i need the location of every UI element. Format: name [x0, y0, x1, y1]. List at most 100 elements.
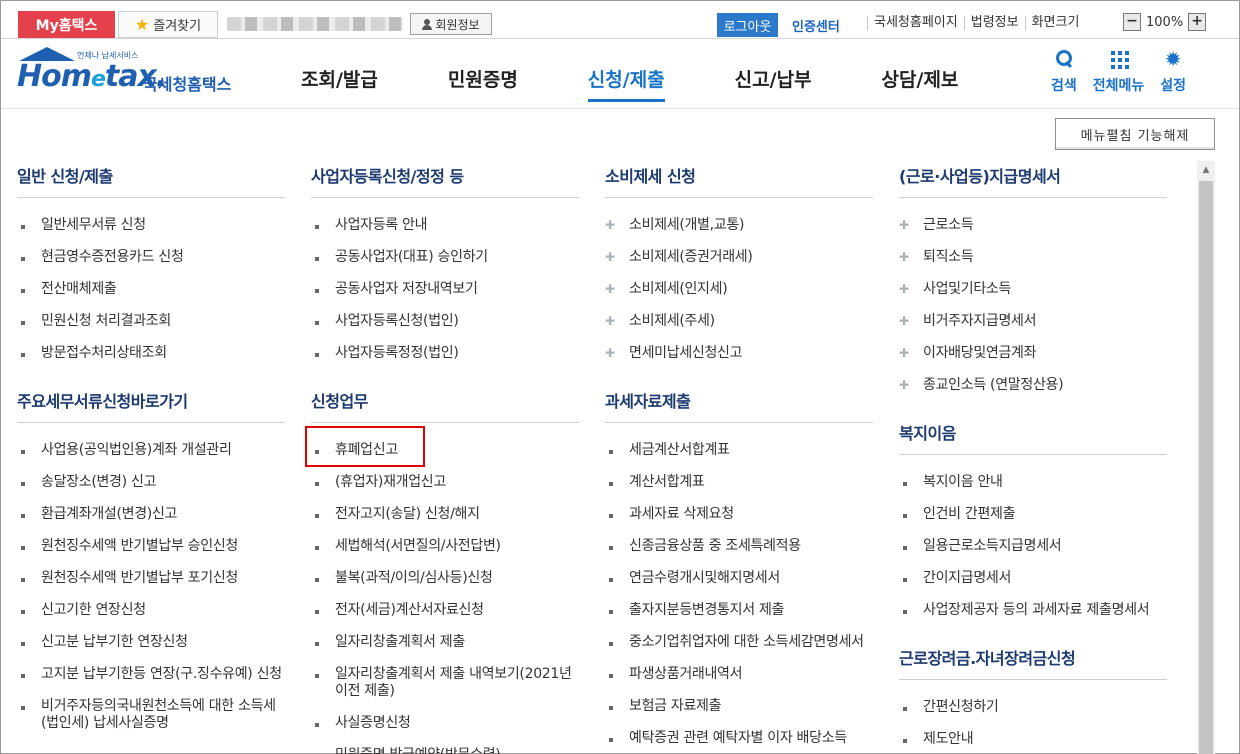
menu-item[interactable]: 근로소득	[899, 210, 1167, 242]
section-title[interactable]: 과세자료제출	[605, 388, 873, 423]
menu-item[interactable]: 보험금 자료제출	[605, 691, 873, 723]
scroll-thumb[interactable]	[1199, 181, 1213, 754]
search-label: 검색	[1051, 78, 1077, 94]
menu-item[interactable]: 이자배당및연금계좌	[899, 338, 1167, 370]
menu-item[interactable]: 세금계산서합계표	[605, 435, 873, 467]
menu-item[interactable]: 고지분 납부기한등 연장(구.징수유예) 신청	[17, 659, 285, 691]
menu-item[interactable]: 전산매체제출	[17, 274, 285, 306]
menu-item[interactable]: 신종금융상품 중 조세특례적용	[605, 531, 873, 563]
menu-item[interactable]: 전자고지(송달) 신청/해지	[311, 499, 579, 531]
menu-item[interactable]: 송달장소(변경) 신고	[17, 467, 285, 499]
menu-item[interactable]: 원천징수세액 반기별납부 승인신청	[17, 531, 285, 563]
menu-item[interactable]: 원천징수세액 반기별납부 포기신청	[17, 563, 285, 595]
section-title[interactable]: 신청업무	[311, 388, 579, 423]
menu-item[interactable]: 출자지분등변경통지서 제출	[605, 595, 873, 627]
menu-item[interactable]: 일용근로소득지급명세서	[899, 531, 1167, 563]
section-title[interactable]: 복지이음	[899, 420, 1167, 455]
section-title[interactable]: 근로장려금.자녀장려금신청	[899, 645, 1167, 680]
menu-item[interactable]: 면세미납세신청신고	[605, 338, 873, 370]
menu-item[interactable]: 전자(세금)계산서자료신청	[311, 595, 579, 627]
all-menu-button[interactable]: 전체메뉴	[1093, 49, 1144, 95]
nav-item-3[interactable]: 신청/제출	[587, 59, 665, 102]
gear-icon: ✹	[1164, 47, 1182, 71]
menu-item[interactable]: 사업용(공익법인용)계좌 개설관리	[17, 435, 285, 467]
menu-item[interactable]: (휴업자)재개업신고	[311, 467, 579, 499]
menu-item[interactable]: 방문접수처리상태조회	[17, 338, 285, 370]
section-title[interactable]: (근로·사업등)지급명세서	[899, 163, 1167, 198]
menu-item[interactable]: 사업및기타소득	[899, 274, 1167, 306]
nav-item-4[interactable]: 신고/납부	[735, 59, 812, 99]
menu-item[interactable]: 제도안내	[899, 724, 1167, 754]
section-title[interactable]: 주요세무서류신청바로가기	[17, 388, 285, 423]
nav-item-2[interactable]: 민원증명	[448, 59, 518, 99]
section-list: 사업용(공익법인용)계좌 개설관리 송달장소(변경) 신고 환급계좌개설(변경)신고…	[17, 435, 285, 740]
menu-item[interactable]: 공동사업자 저장내역보기	[311, 274, 579, 306]
hometax-logo[interactable]: 언제나 납세서비스 Hometax. 국세청홈택스	[15, 47, 245, 103]
menu-item[interactable]: 사업자등록 안내	[311, 210, 579, 242]
menu-item[interactable]: 간편신청하기	[899, 692, 1167, 724]
section-list: 복지이음 안내 인건비 간편제출 일용근로소득지급명세서 간이지급명세서 사업장제공자 …	[899, 467, 1167, 627]
menu-item[interactable]: 일자리창출계획서 제출 내역보기(2021년 이전 제출)	[311, 659, 579, 708]
menu-item[interactable]: 예탁증권 관련 예탁자별 이자 배당소득	[605, 723, 873, 754]
settings-button[interactable]: ✹ 설정	[1160, 49, 1186, 95]
cert-center-link[interactable]: 인증센터	[792, 16, 840, 35]
menu-item[interactable]: 세법해석(서면질의/사전답변)	[311, 531, 579, 563]
zoom-in-button[interactable]: +	[1188, 13, 1207, 31]
menu-item[interactable]: 일자리창출계획서 제출	[311, 627, 579, 659]
logout-button[interactable]: 로그아웃	[717, 13, 778, 37]
menu-item[interactable]: 환급계좌개설(변경)신고	[17, 499, 285, 531]
menu-item[interactable]: 인건비 간편제출	[899, 499, 1167, 531]
search-button[interactable]: 검색	[1051, 49, 1077, 95]
menu-item[interactable]: 사업자등록신청(법인)	[311, 306, 579, 338]
menu-item[interactable]: 신고기한 연장신청	[17, 595, 285, 627]
section-title[interactable]: 일반 신청/제출	[17, 163, 285, 198]
section-title[interactable]: 소비제세 신청	[605, 163, 873, 198]
section-title[interactable]: 사업자등록신청/정정 등	[311, 163, 579, 198]
menu-item[interactable]: 중소기업취업자에 대한 소득세감면명세서	[605, 627, 873, 659]
menu-item[interactable]: 민원증명 발급예약(방문수령)	[311, 740, 579, 754]
menu-item[interactable]: 과세자료 삭제요청	[605, 499, 873, 531]
menu-column-3: 소비제세 신청소비제세(개별,교통)소비제세(증권거래세)소비제세(인지세)소비…	[605, 163, 873, 754]
menu-item[interactable]: 신고분 납부기한 연장신청	[17, 627, 285, 659]
menu-item[interactable]: 계산서합계표	[605, 467, 873, 499]
menu-item[interactable]: 소비제세(증권거래세)	[605, 242, 873, 274]
nts-homepage-link[interactable]: 국세청홈페이지	[867, 16, 964, 30]
menu-item[interactable]: 종교인소득 (연말정산용)	[899, 370, 1167, 402]
screen-size-label: 화면크기	[1024, 16, 1086, 30]
menu-item[interactable]: 사업장제공자 등의 과세자료 제출명세서	[899, 595, 1167, 627]
menu-item[interactable]: 사실증명신청	[311, 708, 579, 740]
scroll-up-arrow-icon[interactable]: ▲	[1197, 161, 1215, 179]
menu-item[interactable]: 일반세무서류 신청	[17, 210, 285, 242]
menu-item[interactable]: 민원신청 처리결과조회	[17, 306, 285, 338]
menu-item[interactable]: 불복(과적/이의/심사등)신청	[311, 563, 579, 595]
section-list: 사업자등록 안내 공동사업자(대표) 승인하기 공동사업자 저장내역보기 사업자등록신…	[311, 210, 579, 370]
nav-item-5[interactable]: 상담/제보	[882, 59, 959, 99]
zoom-out-button[interactable]: −	[1123, 13, 1141, 31]
law-info-link[interactable]: 법령정보	[963, 16, 1025, 30]
menu-column-4: (근로·사업등)지급명세서근로소득퇴직소득사업및기타소득비거주자지급명세서이자배…	[899, 163, 1167, 754]
main-header: 언제나 납세서비스 Hometax. 국세청홈택스 조회/발급 민원증명 신청/제출…	[1, 39, 1239, 109]
scrollbar[interactable]: ▲	[1197, 161, 1215, 754]
grid-icon	[1109, 49, 1129, 69]
menu-item[interactable]: 비거주자등의국내원천소득에 대한 소득세(법인세) 납세사실증명	[17, 691, 285, 740]
menu-item[interactable]: 소비제세(인지세)	[605, 274, 873, 306]
nav-item-1[interactable]: 조회/발급	[301, 59, 378, 99]
member-info-button[interactable]: 회원정보	[410, 13, 492, 35]
menu-item[interactable]: 소비제세(개별,교통)	[605, 210, 873, 242]
person-icon	[422, 18, 433, 30]
menu-item[interactable]: 현금영수증전용카드 신청	[17, 242, 285, 274]
menu-item[interactable]: 소비제세(주세)	[605, 306, 873, 338]
favorites-button[interactable]: ★ 즐겨찾기	[118, 11, 218, 38]
zoom-control: − 100% +	[1123, 13, 1207, 31]
menu-item[interactable]: 복지이음 안내	[899, 467, 1167, 499]
section-list: 간편신청하기 제도안내	[899, 692, 1167, 754]
menu-item[interactable]: 연금수령개시및해지명세서	[605, 563, 873, 595]
menu-item[interactable]: 퇴직소득	[899, 242, 1167, 274]
menu-fold-toggle-button[interactable]: 메뉴펼침 기능해제	[1055, 118, 1215, 150]
menu-item[interactable]: 파생상품거래내역서	[605, 659, 873, 691]
menu-item[interactable]: 비거주자지급명세서	[899, 306, 1167, 338]
menu-item[interactable]: 사업자등록정정(법인)	[311, 338, 579, 370]
my-hometax-button[interactable]: My홈택스	[18, 11, 115, 38]
menu-item[interactable]: 공동사업자(대표) 승인하기	[311, 242, 579, 274]
menu-item[interactable]: 간이지급명세서	[899, 563, 1167, 595]
